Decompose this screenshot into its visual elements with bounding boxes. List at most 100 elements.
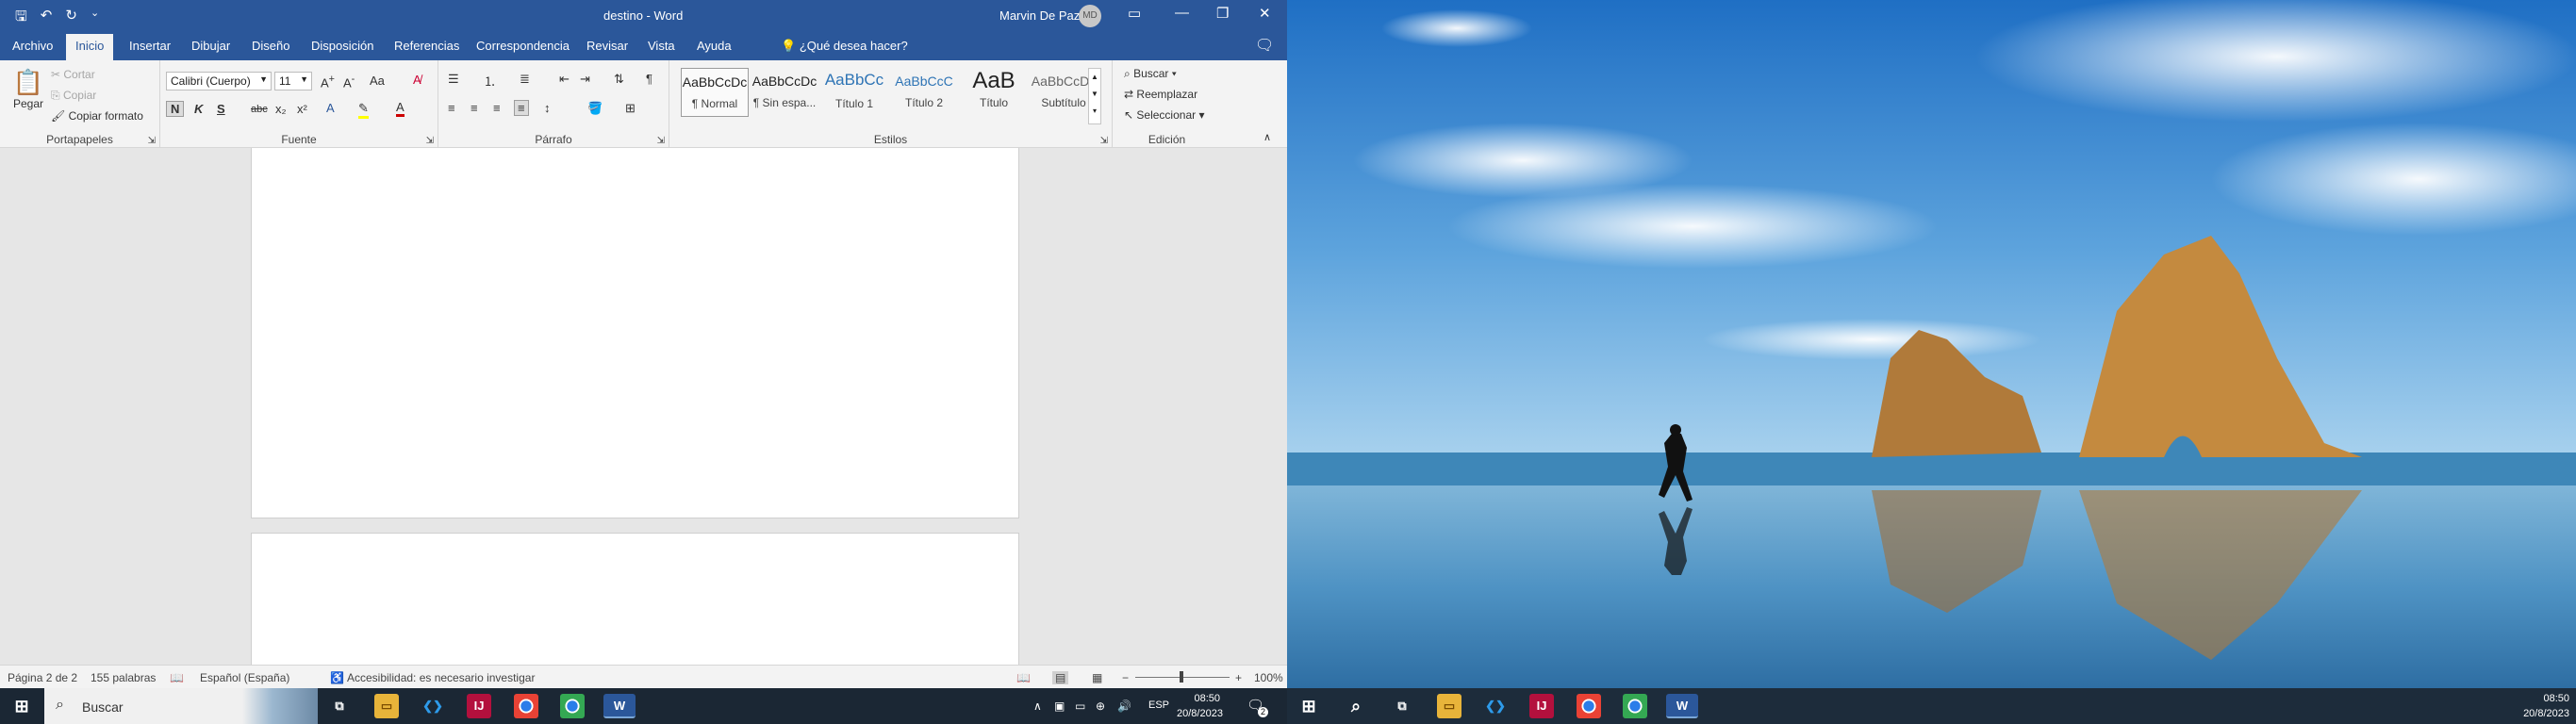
word-count[interactable]: 155 palabras	[91, 671, 156, 684]
start-windows-icon[interactable]: ⊞	[1296, 694, 1321, 718]
shrink-font-icon[interactable]: A-	[343, 74, 355, 90]
web-layout-icon[interactable]: ▦	[1092, 671, 1102, 684]
redo-icon[interactable]: ↻	[65, 7, 77, 30]
tab-insertar[interactable]: Insertar	[129, 39, 171, 53]
system-clock[interactable]: 08:50 20/8/2023	[2522, 691, 2569, 721]
show-formatting-icon[interactable]: ¶	[646, 72, 652, 86]
vscode-icon[interactable]: ❮❯	[421, 694, 445, 718]
tell-me-box[interactable]: 💡 ¿Qué desea hacer?	[781, 39, 908, 54]
cut-button[interactable]: ✂ Cortar	[51, 68, 95, 81]
file-explorer-icon[interactable]: ▭	[1437, 694, 1461, 718]
tab-diseno[interactable]: Diseño	[252, 39, 289, 53]
style-title[interactable]: AaB Título	[960, 68, 1028, 117]
file-explorer-icon[interactable]: ▭	[374, 694, 399, 718]
tab-archivo[interactable]: Archivo	[12, 39, 53, 53]
superscript-button[interactable]: x²	[297, 102, 307, 116]
zoom-slider-thumb[interactable]	[1180, 671, 1183, 683]
clear-formatting-icon[interactable]: A̸	[413, 73, 421, 87]
vertical-scrollbar[interactable]	[1271, 148, 1287, 665]
find-button[interactable]: ⌕ Buscar ▾	[1124, 67, 1177, 81]
minimize-icon[interactable]: —	[1175, 5, 1189, 21]
taskbar-search[interactable]: ⌕ Buscar	[44, 688, 318, 724]
tab-correspondencia[interactable]: Correspondencia	[476, 39, 570, 53]
font-size-combo[interactable]: 11 ▼	[274, 72, 312, 90]
tab-vista[interactable]: Vista	[648, 39, 675, 53]
dialog-launcher-icon[interactable]: ⇲	[148, 136, 156, 146]
network-icon[interactable]: ⊕	[1096, 699, 1105, 713]
collapse-ribbon-icon[interactable]: ∧	[1263, 131, 1271, 143]
style-heading-1[interactable]: AaBbCc Título 1	[820, 68, 888, 117]
sort-icon[interactable]: ⇅	[614, 72, 624, 87]
task-view-icon[interactable]: ⧉	[327, 694, 352, 718]
increase-indent-icon[interactable]: ⇥	[580, 72, 590, 87]
tab-revisar[interactable]: Revisar	[586, 39, 628, 53]
style-heading-2[interactable]: AaBbCcC Título 2	[890, 68, 958, 117]
select-button[interactable]: ↖ Seleccionar ▾	[1124, 108, 1204, 122]
underline-button[interactable]: S	[217, 102, 225, 116]
search-icon[interactable]: ⌕	[1344, 694, 1368, 718]
avatar[interactable]: MD	[1079, 5, 1101, 27]
document-area[interactable]	[0, 148, 1287, 665]
input-language[interactable]: ESP	[1148, 699, 1169, 711]
replace-button[interactable]: ⇄ Reemplazar	[1124, 88, 1197, 101]
customize-qat-icon[interactable]: ⌄	[91, 7, 99, 30]
system-clock[interactable]: 08:50 20/8/2023	[1177, 691, 1223, 721]
text-effects-icon[interactable]: A	[326, 101, 335, 115]
italic-button[interactable]: K	[194, 102, 203, 116]
undo-icon[interactable]: ↶	[41, 7, 53, 30]
comments-icon[interactable]: 🗨	[1255, 36, 1274, 55]
page-count[interactable]: Página 2 de 2	[8, 671, 77, 684]
start-windows-icon[interactable]: ⊞	[9, 694, 34, 718]
volume-icon[interactable]: 🔊	[1117, 699, 1131, 713]
tab-ayuda[interactable]: Ayuda	[697, 39, 732, 53]
tab-dibujar[interactable]: Dibujar	[191, 39, 230, 53]
language-indicator[interactable]: Español (España)	[200, 671, 289, 684]
grow-font-icon[interactable]: A+	[321, 74, 335, 90]
word-taskbar-icon[interactable]: W	[1666, 694, 1698, 718]
intellij-icon[interactable]: IJ	[467, 694, 491, 718]
highlight-icon[interactable]: ✎	[358, 101, 369, 119]
proofing-icon[interactable]: 📖	[170, 671, 184, 684]
subscript-button[interactable]: x₂	[275, 102, 287, 116]
restore-icon[interactable]: ❐	[1216, 5, 1229, 22]
decrease-indent-icon[interactable]: ⇤	[559, 72, 570, 87]
format-painter-button[interactable]: 🖌 Copiar formato	[51, 109, 143, 123]
tray-app-icon[interactable]: ▣	[1054, 699, 1065, 713]
multilevel-list-icon[interactable]: ≣	[520, 72, 530, 87]
zoom-level[interactable]: 100%	[1254, 671, 1283, 684]
chrome-profile-icon[interactable]	[1623, 694, 1647, 718]
document-page[interactable]	[251, 148, 1019, 518]
align-right-icon[interactable]: ≡	[493, 101, 501, 115]
chrome-icon[interactable]	[1577, 694, 1601, 718]
dialog-launcher-icon[interactable]: ⇲	[1100, 136, 1108, 146]
strikethrough-button[interactable]: abc	[251, 104, 268, 115]
font-name-combo[interactable]: Calibri (Cuerpo) ▼	[166, 72, 272, 90]
style-no-spacing[interactable]: AaBbCcDc ¶ Sin espa...	[751, 68, 818, 117]
read-mode-icon[interactable]: 📖	[1016, 671, 1031, 684]
tab-disposicion[interactable]: Disposición	[311, 39, 373, 53]
font-color-icon[interactable]: A	[396, 100, 405, 117]
dialog-launcher-icon[interactable]: ⇲	[426, 136, 434, 146]
zoom-slider[interactable]	[1135, 671, 1230, 683]
desktop[interactable]	[1287, 0, 2576, 688]
task-view-icon[interactable]: ⧉	[1390, 694, 1414, 718]
tray-overflow-icon[interactable]: ∧	[1033, 699, 1042, 713]
paste-button[interactable]: 📋 Pegar	[11, 68, 45, 110]
close-icon[interactable]: ✕	[1259, 5, 1271, 22]
zoom-out-icon[interactable]: −	[1122, 671, 1129, 684]
numbering-icon[interactable]: ⒈	[484, 72, 496, 90]
document-page[interactable]	[251, 533, 1019, 665]
ribbon-display-options-icon[interactable]: ▭	[1128, 5, 1141, 22]
justify-icon[interactable]: ≡	[514, 100, 529, 116]
copy-button[interactable]: ⎘ Copiar	[51, 89, 96, 103]
save-icon[interactable]: 🖫	[15, 7, 27, 30]
dialog-launcher-icon[interactable]: ⇲	[657, 136, 665, 146]
shading-icon[interactable]: 🪣	[587, 101, 603, 116]
print-layout-icon[interactable]: ▤	[1052, 671, 1069, 684]
change-case-button[interactable]: Aa	[370, 74, 385, 88]
zoom-in-icon[interactable]: +	[1235, 671, 1242, 684]
user-name[interactable]: Marvin De Paz	[999, 8, 1080, 23]
align-left-icon[interactable]: ≡	[448, 101, 455, 115]
borders-icon[interactable]: ⊞	[625, 101, 636, 116]
accessibility-status[interactable]: Accesibilidad: es necesario investigar	[347, 671, 535, 684]
